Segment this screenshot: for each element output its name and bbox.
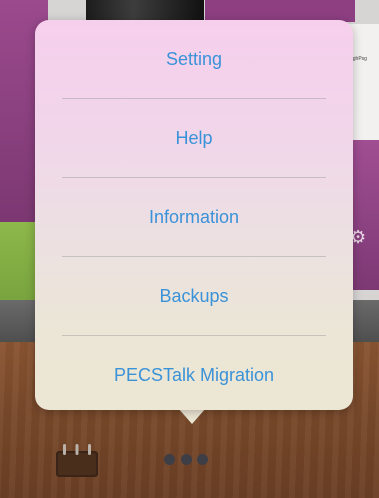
menu-item-setting[interactable]: Setting	[35, 20, 353, 98]
background-tile-purple-top	[205, 0, 355, 22]
menu-divider	[62, 98, 326, 99]
more-icon-dot	[164, 453, 175, 465]
menu-divider	[62, 335, 326, 336]
menu-divider	[62, 256, 326, 257]
menu-divider	[62, 177, 326, 178]
more-icon-dot	[180, 453, 192, 465]
menu-item-help[interactable]: Help	[35, 99, 353, 177]
more-icon-dot	[197, 453, 208, 465]
app-screen: ughPsg ⚙ Setting Help Information Backup…	[0, 0, 379, 498]
binder-icon-graphic	[56, 444, 98, 477]
menu-item-backups[interactable]: Backups	[35, 257, 353, 335]
binder-icon[interactable]	[54, 442, 100, 478]
menu-item-pecstalk-migration[interactable]: PECSTalk Migration	[35, 336, 353, 414]
background-tile-image-top	[86, 0, 204, 22]
more-icon[interactable]	[164, 450, 208, 468]
settings-popover-menu: Setting Help Information Backups PECSTal…	[35, 20, 353, 410]
menu-item-information[interactable]: Information	[35, 178, 353, 256]
